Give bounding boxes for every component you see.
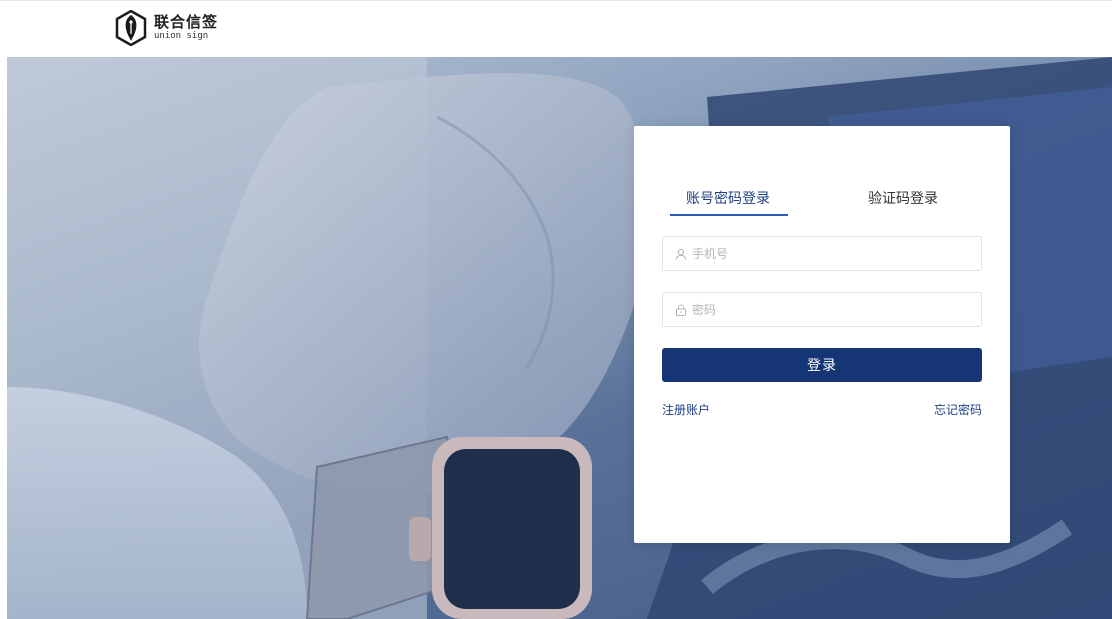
user-icon <box>675 248 687 260</box>
active-tab-indicator <box>670 214 788 216</box>
top-header: 联合信签 union sign <box>0 0 1112 57</box>
brand-tagline: union sign <box>154 31 209 41</box>
tab-password-login[interactable]: 账号密码登录 <box>686 188 770 208</box>
phone-field[interactable] <box>662 236 982 271</box>
brand-name: 联合信签 <box>154 13 219 31</box>
pen-nib-logo-icon <box>115 10 147 46</box>
password-field[interactable] <box>662 292 982 327</box>
brand-logo[interactable]: 联合信签 union sign <box>115 10 218 46</box>
login-card: 账号密码登录 验证码登录 登录 注册账户 忘记密码 <box>634 126 1010 543</box>
tab-code-login[interactable]: 验证码登录 <box>868 188 938 208</box>
forgot-password-link[interactable]: 忘记密码 <box>934 401 982 418</box>
password-input[interactable] <box>692 302 972 317</box>
login-button[interactable]: 登录 <box>662 348 982 382</box>
lock-icon <box>676 303 686 316</box>
register-link[interactable]: 注册账户 <box>662 401 710 418</box>
phone-input[interactable] <box>692 246 972 261</box>
